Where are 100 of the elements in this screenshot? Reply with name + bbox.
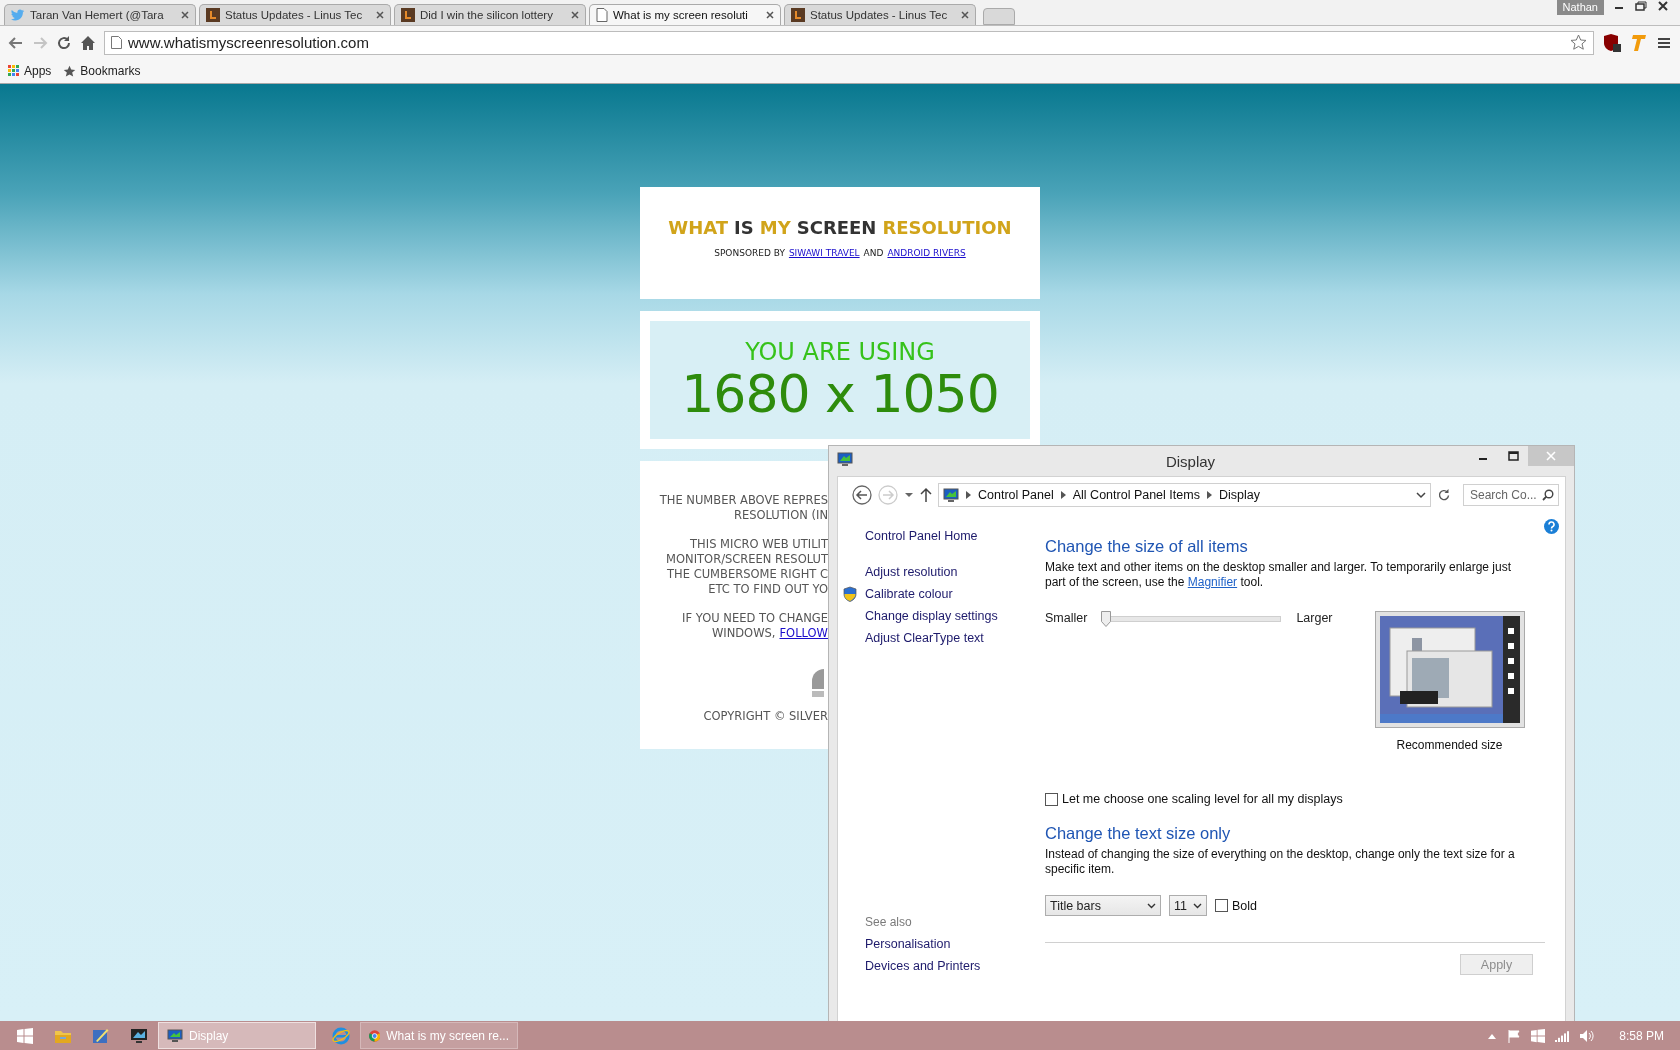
help-icon[interactable]	[1544, 519, 1559, 534]
apps-grid-icon	[8, 65, 20, 77]
reload-icon[interactable]	[56, 34, 72, 51]
back-icon[interactable]	[852, 485, 872, 505]
page-icon	[596, 8, 608, 22]
info-text-line: RESOLUTION (IN	[733, 508, 828, 523]
chevron-down-icon[interactable]	[1416, 491, 1426, 499]
bookmark-link[interactable]: Apps	[24, 64, 52, 78]
info-text-line: MONITOR/SCREEN RESOLUT	[666, 552, 828, 567]
browser-tab[interactable]: Did I win the silicon lottery	[394, 4, 586, 25]
sidebar-link[interactable]: Personalisation	[843, 933, 951, 955]
copyright-text: COPYRIGHT © SILVER	[703, 709, 828, 723]
up-arrow-icon[interactable]	[920, 487, 932, 503]
scaling-checkbox[interactable]: Let me choose one scaling level for all my displays	[1045, 792, 1545, 806]
close-icon[interactable]	[376, 11, 384, 19]
forum-icon	[401, 8, 415, 22]
close-icon[interactable]	[181, 11, 189, 19]
section-heading: Change the text size only	[1045, 824, 1232, 843]
see-also-heading: See also	[864, 914, 913, 931]
slider-min-label: Smaller	[1045, 611, 1088, 625]
preview-caption: Recommended size	[1396, 738, 1503, 752]
info-text-line: THE NUMBER ABOVE REPRES	[659, 493, 828, 508]
section-description: Make text and other items on the desktop smaller and larger. To temporarily enlarge just part of the screen, use the Magnifier tool.	[1045, 560, 1513, 590]
flag-icon[interactable]	[1507, 1028, 1522, 1043]
sidebar-link[interactable]: Devices and Printers	[843, 955, 981, 977]
info-text-line: THIS MICRO WEB UTILIT	[690, 537, 828, 552]
home-icon[interactable]	[80, 34, 96, 51]
dropdown-arrow-icon[interactable]	[904, 492, 914, 498]
sponsor-text: AND	[863, 248, 884, 258]
sponsor-link[interactable]: ANDROID RIVERS	[887, 248, 966, 258]
restore-icon[interactable]	[1634, 0, 1648, 12]
site-title-word: IS	[734, 217, 754, 238]
close-icon[interactable]	[766, 11, 774, 19]
star-icon[interactable]	[1570, 34, 1587, 51]
monitor-icon[interactable]	[130, 1027, 148, 1044]
browser-tab[interactable]: Taran Van Hemert (@Tara	[4, 4, 196, 25]
signal-icon[interactable]	[1555, 1029, 1570, 1042]
monitor-icon	[943, 487, 959, 503]
shield-extension-icon[interactable]	[1602, 32, 1622, 53]
forum-icon	[206, 8, 220, 22]
result-label: YOU ARE USING	[745, 339, 935, 365]
site-title-word: SCREEN	[796, 217, 877, 238]
close-icon[interactable]	[1656, 0, 1670, 12]
volume-icon[interactable]	[1579, 1028, 1596, 1043]
breadcrumb[interactable]: Display	[1218, 488, 1260, 502]
chrome-icon	[369, 1028, 381, 1043]
back-icon[interactable]	[8, 34, 24, 51]
section-description: Instead of changing the size of everything on the desktop, change only the text size for a specific item.	[1045, 847, 1515, 877]
size-dropdown[interactable]: 11	[1169, 895, 1207, 916]
sidebar-link[interactable]: Adjust ClearType text	[843, 627, 984, 649]
monitor-icon	[837, 452, 853, 467]
sponsor-link[interactable]: SIWAWI TRAVEL	[788, 248, 860, 258]
sidebar-link[interactable]: Change display settings	[843, 605, 998, 627]
windows-logo-icon[interactable]	[17, 1027, 33, 1044]
bird-icon	[11, 9, 25, 21]
bold-checkbox[interactable]: Bold	[1215, 898, 1258, 913]
logo-icon	[812, 669, 824, 699]
browser-tab[interactable]: What is my screen resoluti	[589, 4, 781, 25]
bookmark-link[interactable]: Bookmarks	[80, 64, 141, 78]
chevron-down-icon	[1147, 902, 1156, 909]
section-heading: Change the size of all items	[1045, 537, 1249, 556]
shield-icon	[843, 586, 857, 602]
window-title: Display	[1165, 452, 1216, 470]
separator-arrow-icon	[1060, 491, 1066, 499]
address-bar[interactable]: Control Panel All Control Panel Items Display	[938, 483, 1431, 507]
info-text-line: THE CUMBERSOME RIGHT C	[667, 567, 828, 582]
pen-tablet-icon[interactable]	[92, 1026, 110, 1045]
search-field[interactable]: Search Co...	[1463, 484, 1559, 506]
chevron-down-icon	[1193, 902, 1202, 909]
refresh-icon[interactable]	[1437, 488, 1451, 502]
windows-logo-icon[interactable]	[1531, 1028, 1546, 1043]
search-icon	[1542, 489, 1554, 501]
star-icon	[63, 64, 77, 78]
info-text-line: WINDOWS,	[711, 626, 776, 641]
browser-tab[interactable]: Status Updates - Linus Tec	[784, 4, 976, 25]
separator-arrow-icon	[966, 491, 971, 499]
sidebar-link[interactable]: Control Panel Home	[843, 525, 978, 547]
item-dropdown[interactable]: Title bars	[1045, 895, 1161, 916]
info-text-line: IF YOU NEED TO CHANGE	[682, 611, 828, 626]
page-icon	[111, 36, 122, 49]
sidebar-link[interactable]: Calibrate colour	[843, 583, 953, 605]
close-icon[interactable]	[961, 11, 969, 19]
magnifier-link[interactable]: Magnifier	[1187, 575, 1238, 589]
resolution-value: 1680 x 1050	[681, 365, 999, 423]
separator-arrow-icon	[1206, 491, 1212, 499]
address-bar[interactable]: www.whatismyscreenresolution.com	[104, 30, 1594, 55]
close-icon[interactable]	[571, 11, 579, 19]
sidebar-link[interactable]: Adjust resolution	[843, 561, 958, 583]
forum-icon	[791, 8, 805, 22]
slider-thumb[interactable]	[1101, 611, 1112, 627]
monitor-icon	[167, 1028, 183, 1043]
site-title-word: WHAT	[668, 217, 729, 238]
breadcrumb[interactable]: Control Panel	[978, 488, 1054, 502]
site-title-word: MY	[759, 217, 791, 238]
browser-tab[interactable]: Status Updates - Linus Tec	[199, 4, 391, 25]
breadcrumb[interactable]: All Control Panel Items	[1072, 488, 1200, 502]
site-title-word: RESOLUTION	[882, 217, 1012, 238]
maximize-icon[interactable]	[1507, 451, 1519, 461]
follow-link[interactable]: FOLLOW	[779, 626, 828, 641]
sponsor-text: SPONSORED BY	[714, 248, 785, 258]
